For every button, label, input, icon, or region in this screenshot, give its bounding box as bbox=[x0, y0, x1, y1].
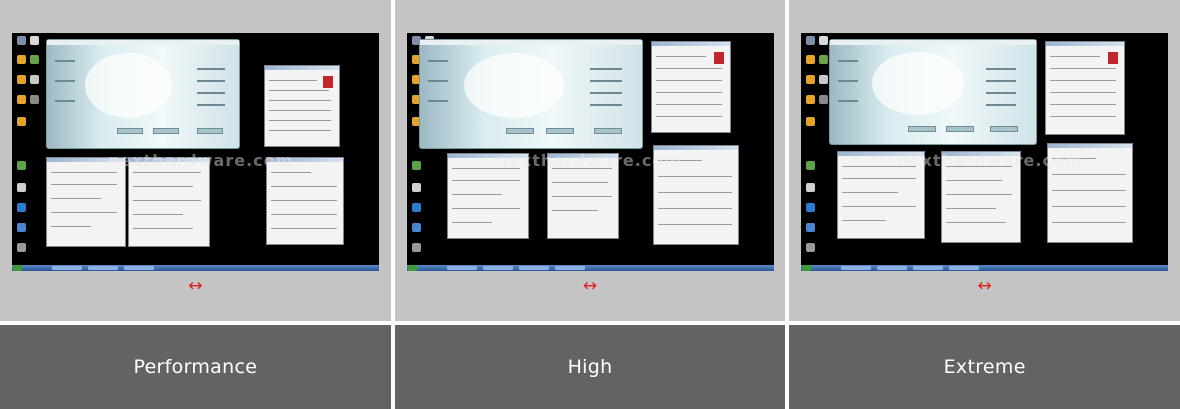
desktop-screenshot-thumbnail[interactable]: nexthardware.com bbox=[801, 33, 1169, 271]
desktop-icon bbox=[411, 203, 421, 212]
watermark-text: nexthardware.com bbox=[897, 151, 1083, 170]
caption-high: High bbox=[394, 325, 786, 409]
desktop-icon bbox=[806, 203, 816, 212]
desktop-icon bbox=[17, 117, 26, 126]
watermark-text: nexthardware.com bbox=[108, 151, 294, 170]
benchmark-window bbox=[418, 39, 643, 149]
desktop-icon bbox=[819, 95, 829, 104]
gpu-info-window bbox=[650, 41, 731, 133]
desktop-icon bbox=[806, 95, 816, 104]
desktop-icon bbox=[17, 95, 26, 104]
desktop-icon bbox=[806, 183, 816, 192]
taskbar bbox=[12, 265, 379, 271]
desktop-icon bbox=[30, 75, 39, 84]
expand-icon[interactable]: ↔ bbox=[789, 276, 1180, 296]
desktop-icon bbox=[411, 223, 421, 232]
screenshot-gallery: nexthardware.com ↔ Performance nexthardw… bbox=[0, 0, 1180, 409]
taskbar bbox=[406, 265, 774, 271]
desktop-icon bbox=[17, 161, 26, 170]
desktop-icon bbox=[30, 95, 39, 104]
memory-info-window bbox=[128, 157, 210, 247]
desktop-icon bbox=[17, 223, 26, 232]
cpu-info-window bbox=[46, 157, 126, 247]
desktop-icon bbox=[411, 183, 421, 192]
desktop-icon bbox=[806, 55, 816, 64]
desktop-icon bbox=[806, 161, 816, 170]
desktop-screenshot-thumbnail[interactable]: nexthardware.com bbox=[406, 33, 774, 271]
desktop-icon bbox=[17, 183, 26, 192]
desktop-icon bbox=[17, 55, 26, 64]
desktop-icon bbox=[17, 203, 26, 212]
desktop-icon bbox=[806, 243, 816, 252]
desktop-icon bbox=[806, 36, 816, 45]
gallery-card-extreme[interactable]: nexthardware.com ↔ Extreme bbox=[789, 0, 1180, 409]
desktop-icon bbox=[819, 75, 829, 84]
benchmark-window bbox=[46, 39, 240, 149]
expand-icon[interactable]: ↔ bbox=[395, 276, 786, 296]
desktop-icon bbox=[411, 161, 421, 170]
desktop-icon bbox=[806, 75, 816, 84]
gpu-info-window bbox=[264, 65, 340, 147]
thumbnail-panel: nexthardware.com ↔ bbox=[394, 0, 786, 321]
desktop-icon bbox=[30, 36, 39, 45]
benchmark-window bbox=[829, 39, 1038, 145]
expand-icon[interactable]: ↔ bbox=[0, 276, 391, 296]
thumbnail-panel: nexthardware.com ↔ bbox=[0, 0, 391, 321]
sensor-window bbox=[266, 157, 344, 245]
desktop-icon bbox=[17, 36, 26, 45]
desktop-icon bbox=[806, 117, 816, 126]
desktop-icon bbox=[806, 223, 816, 232]
taskbar bbox=[801, 265, 1169, 271]
gallery-card-high[interactable]: nexthardware.com ↔ High bbox=[394, 0, 786, 409]
desktop-icon bbox=[819, 55, 829, 64]
desktop-screenshot-thumbnail[interactable]: nexthardware.com bbox=[12, 33, 379, 271]
desktop-icon bbox=[30, 55, 39, 64]
watermark-text: nexthardware.com bbox=[496, 151, 682, 170]
caption-extreme: Extreme bbox=[789, 325, 1180, 409]
gpu-info-window bbox=[1045, 41, 1126, 135]
thumbnail-panel: nexthardware.com ↔ bbox=[789, 0, 1180, 321]
desktop-icon bbox=[819, 36, 829, 45]
desktop-icon bbox=[17, 243, 26, 252]
desktop-icon bbox=[411, 243, 421, 252]
gallery-card-performance[interactable]: nexthardware.com ↔ Performance bbox=[0, 0, 391, 409]
caption-performance: Performance bbox=[0, 325, 391, 409]
desktop-icon bbox=[17, 75, 26, 84]
